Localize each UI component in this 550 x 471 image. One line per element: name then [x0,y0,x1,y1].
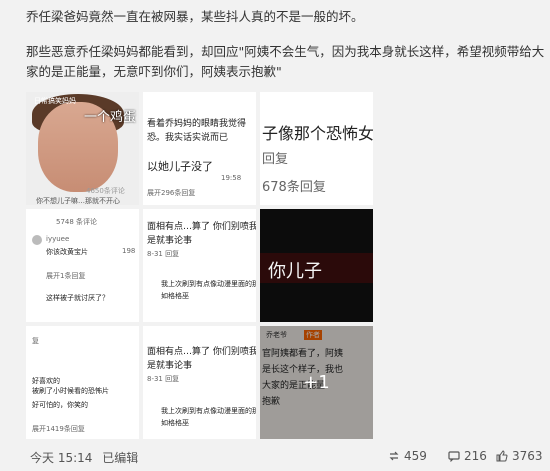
expand-replies[interactable]: 展开296条回复 [147,188,195,198]
video-subtitle: 你儿子 [268,261,322,282]
like-count: 198 [122,247,136,255]
thumbs-up-icon [496,450,508,462]
comment-line-2: 被刷了小时候看的恐怖片 [32,387,109,395]
search-label: 日常搞笑妈妈 [34,97,76,105]
comment-line-1: 看着乔妈妈的眼睛我觉得 [147,119,247,129]
comment-count: 216 [464,449,487,463]
image-thumb-6[interactable]: 你儿子 [260,209,373,322]
expand-replies[interactable]: 展开1条回复 [46,271,85,281]
comment-time: 8-31 回复 [147,250,180,258]
commenter-name: iyyuee [46,235,70,243]
reply-line-2: 如格格巫 [161,419,189,427]
image-thumb-2[interactable]: 看着乔妈妈的眼睛我觉得 恐。我实话实说而已 以她儿子没了 19:58 展开296… [143,92,256,205]
post-time: 今天 15:14 [30,451,93,465]
image-thumb-3[interactable]: 子像那个恐怖女模 回复 678条回复 [260,92,373,205]
repost-count: 459 [404,449,427,463]
comment-button[interactable]: 216 [448,449,487,463]
image-thumb-8[interactable]: 面相有点…算了 你们别喷我 是就事论事 8-31 回复 我上次刷到有点像动漫里面… [143,326,256,439]
repost-button[interactable]: 459 [388,449,427,463]
comment-line-2: 恐。我实话实说而已 [147,133,229,143]
like-button[interactable]: 3763 [496,449,543,463]
image-thumb-1[interactable]: 日常搞笑妈妈 一个鸡蛋 4650条评论 你不想儿子嘛…那就不开心 [26,92,139,205]
comment-header: 5748 条评论 [56,218,98,226]
expand-replies[interactable]: 展开1419条回复 [32,424,85,434]
comment-icon [448,451,460,462]
reply-line-2: 如格格巫 [161,292,189,300]
more-images-overlay[interactable]: +1 [260,326,373,439]
reply-label: 复 [32,337,39,345]
image-thumb-9[interactable]: 乔老爷 作者 官阿姨都看了，阿姨 是长这个样子，我也 大家的是正能量 抱歉 +1 [260,326,373,439]
reply-label: 回复 [262,152,289,167]
repost-icon [389,451,399,461]
overlay-caption: 一个鸡蛋 [84,110,137,125]
like-count: 3763 [512,449,543,463]
image-thumb-4[interactable]: 5748 条评论 iyyuee 你该改黄宝片 198 展开1条回复 这样被子就讨… [26,209,139,322]
edited-label[interactable]: 已编辑 [102,451,138,465]
image-thumb-5[interactable]: 面相有点…算了 你们别喷我 是就事论事 8-31 回复 我上次刷到有点像动漫里面… [143,209,256,322]
reply-line-1: 我上次刷到有点像动漫里面的那种 [161,280,256,288]
image-thumb-7[interactable]: 复 好喜欢的 被刷了小时候看的恐怖片 好可怕的，你笑的 展开1419条回复 [26,326,139,439]
comment-text: 你该改黄宝片 [46,248,88,256]
post-line-2: 那些恶意乔任梁妈妈都能看到，却回应"阿姨不会生气，因为我本身就长这样，希望视频带… [26,44,545,79]
comment-line-3: 以她儿子没了 [147,160,213,173]
post-meta: 今天 15:14 已编辑 [30,449,138,466]
comment-line-1: 面相有点…算了 你们别喷我 [147,347,256,357]
comment-line-2: 是就事论事 [147,361,193,371]
post-footer: 今天 15:14 已编辑 459 216 3763 [0,447,550,471]
post-line-1: 乔任梁爸妈竟然一直在被网暴，某些抖人真的不是一般的坏。 [26,9,364,24]
avatar [32,235,42,245]
comment-count: 4650条评论 [86,187,125,195]
reply-count: 678条回复 [262,180,326,195]
comment-line-1: 好喜欢的 [32,377,60,385]
comment-line-2: 是就事论事 [147,236,193,246]
comment-line-3: 好可怕的，你笑的 [32,401,88,409]
comment-text-2: 这样被子就讨厌了？ [46,294,109,302]
comment-line-1: 子像那个恐怖女模 [262,124,373,143]
reply-line-1: 我上次刷到有点像动漫里面的那种 [161,407,256,415]
comment-line-1: 面相有点…算了 你们别喷我 [147,222,256,232]
comment-time: 8-31 回复 [147,375,180,383]
comment-time: 19:58 [221,174,242,182]
bottom-caption: 你不想儿子嘛…那就不开心 [36,197,120,205]
